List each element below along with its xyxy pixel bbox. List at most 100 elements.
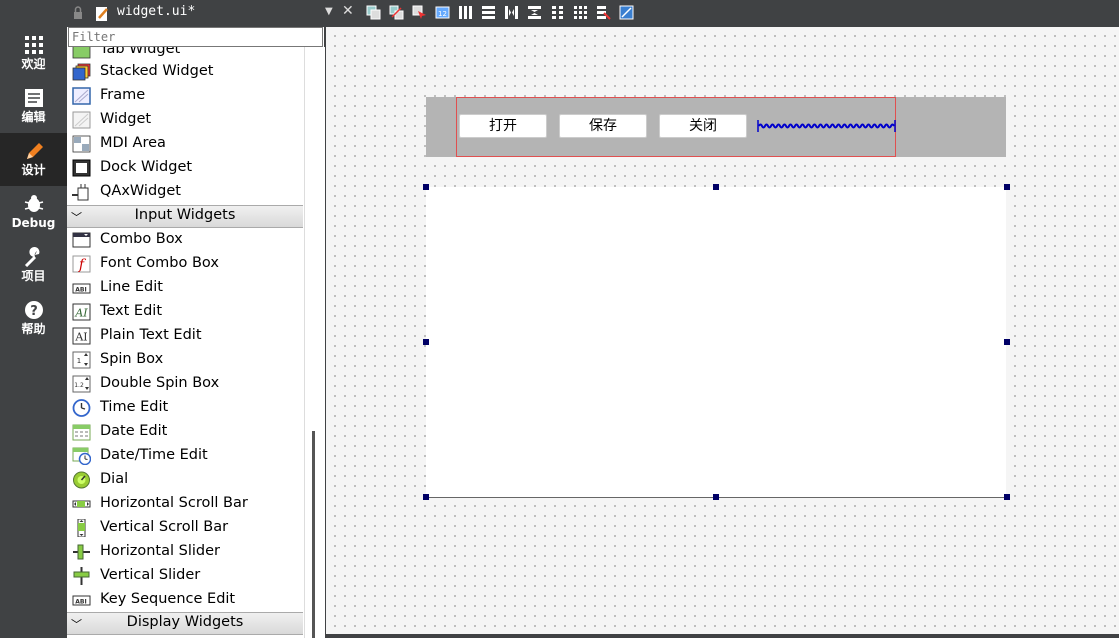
widget-item-double-spin-box[interactable]: 1.2 Double Spin Box bbox=[67, 372, 304, 396]
stacked-widget-icon bbox=[72, 63, 91, 81]
widget-item-dial[interactable]: Dial bbox=[67, 468, 304, 492]
svg-text:12: 12 bbox=[438, 10, 447, 18]
layout-vertical-icon[interactable] bbox=[481, 5, 496, 20]
widget-item-plain-text-edit[interactable]: AI Plain Text Edit bbox=[67, 324, 304, 348]
widget-item-vertical-scroll-bar[interactable]: Vertical Scroll Bar bbox=[67, 516, 304, 540]
bug-icon bbox=[24, 195, 43, 212]
filter-input[interactable] bbox=[68, 27, 323, 47]
resize-handle[interactable] bbox=[1004, 184, 1010, 190]
mode-help[interactable]: ? 帮助 bbox=[0, 292, 67, 345]
svg-text:AI: AI bbox=[74, 331, 87, 344]
mode-projects[interactable]: 项目 bbox=[0, 239, 67, 292]
combo-box-icon bbox=[72, 232, 91, 248]
category-display-widgets[interactable]: ﹀ Display Widgets bbox=[67, 612, 303, 635]
pencil-icon bbox=[26, 143, 43, 159]
double-spin-box-icon: 1.2 bbox=[72, 375, 91, 393]
category-input-widgets[interactable]: ﹀ Input Widgets bbox=[67, 205, 303, 228]
break-layout-icon[interactable] bbox=[596, 5, 611, 20]
resize-handle[interactable] bbox=[1004, 494, 1010, 500]
layout-horizontal-icon[interactable] bbox=[458, 5, 473, 20]
widget-item-line-edit[interactable]: ABI Line Edit bbox=[67, 276, 304, 300]
text-edit-widget[interactable] bbox=[426, 187, 1006, 498]
clock-icon bbox=[72, 399, 91, 417]
mode-welcome[interactable]: 欢迎 bbox=[0, 27, 67, 80]
mode-label: 设计 bbox=[21, 163, 46, 177]
mode-design[interactable]: 设计 bbox=[0, 133, 67, 186]
layout-grid-icon[interactable] bbox=[573, 5, 588, 20]
layout-vertical-splitter-icon[interactable] bbox=[527, 5, 542, 20]
form-canvas[interactable]: 打开 保存 关闭 bbox=[326, 27, 1119, 634]
key-sequence-edit-icon: ABI bbox=[72, 595, 91, 606]
adjust-size-icon[interactable] bbox=[619, 5, 634, 20]
layout-form-icon[interactable] bbox=[550, 5, 565, 20]
vertical-slider-icon bbox=[73, 567, 90, 585]
file-dropdown-icon[interactable]: ▼ bbox=[325, 6, 333, 17]
mode-debug[interactable]: Debug bbox=[0, 186, 67, 239]
svg-text:1: 1 bbox=[77, 357, 81, 365]
edit-signals-icon[interactable] bbox=[389, 5, 404, 20]
resize-handle[interactable] bbox=[1004, 339, 1010, 345]
resize-handle[interactable] bbox=[713, 184, 719, 190]
widget-box-scroll-thumb[interactable] bbox=[312, 431, 315, 638]
widget-item-frame[interactable]: Frame bbox=[67, 84, 304, 108]
widget-item-time-edit[interactable]: Time Edit bbox=[67, 396, 304, 420]
widget-item-date-time-edit[interactable]: Date/Time Edit bbox=[67, 444, 304, 468]
widget-item-font-combo-box[interactable]: f Font Combo Box bbox=[67, 252, 304, 276]
qaxwidget-icon bbox=[72, 184, 89, 201]
widget-item-qaxwidget[interactable]: QAxWidget bbox=[67, 180, 304, 204]
file-edit-icon bbox=[96, 7, 108, 21]
svg-text:AI: AI bbox=[74, 307, 88, 320]
close-icon[interactable]: ✕ bbox=[342, 3, 354, 19]
open-file-name[interactable]: widget.ui* bbox=[117, 4, 195, 19]
save-button[interactable]: 保存 bbox=[559, 114, 647, 138]
editor-toolbar: widget.ui* ▼ ✕ 12 bbox=[67, 0, 1119, 27]
svg-text:1.2: 1.2 bbox=[74, 382, 84, 389]
edit-widgets-icon[interactable] bbox=[366, 5, 381, 20]
edit-tab-order-icon[interactable]: 12 bbox=[435, 5, 450, 20]
widget-item-horizontal-scroll-bar[interactable]: Horizontal Scroll Bar bbox=[67, 492, 304, 516]
tab-widget-icon bbox=[72, 47, 91, 59]
widget-item-vertical-slider[interactable]: Vertical Slider bbox=[67, 564, 304, 588]
widget-item-widget[interactable]: Widget bbox=[67, 108, 304, 132]
widget-item-stacked-widget[interactable]: Stacked Widget bbox=[67, 60, 304, 84]
widget-list: Tab Widget Stacked Widget Frame Widget M… bbox=[67, 47, 304, 638]
dock-widget-icon bbox=[72, 159, 91, 177]
horizontal-spacer[interactable] bbox=[757, 119, 897, 133]
widget-item-text-edit[interactable]: AI Text Edit bbox=[67, 300, 304, 324]
help-icon: ? bbox=[24, 301, 43, 319]
plain-text-edit-icon: AI bbox=[72, 327, 91, 345]
close-button[interactable]: 关闭 bbox=[659, 114, 747, 138]
line-edit-icon: ABI bbox=[72, 283, 91, 294]
mode-label: 欢迎 bbox=[21, 57, 46, 71]
document-icon bbox=[24, 89, 43, 107]
layout-horizontal-splitter-icon[interactable] bbox=[504, 5, 519, 20]
resize-handle[interactable] bbox=[423, 184, 429, 190]
edit-buddies-icon[interactable] bbox=[412, 5, 427, 20]
horizontal-scroll-bar-icon bbox=[72, 500, 91, 508]
resize-handle[interactable] bbox=[713, 494, 719, 500]
widget-item-combo-box[interactable]: Combo Box bbox=[67, 228, 304, 252]
widget-item-mdi-area[interactable]: MDI Area bbox=[67, 132, 304, 156]
resize-handle[interactable] bbox=[423, 494, 429, 500]
wrench-icon bbox=[24, 247, 39, 267]
calendar-clock-icon bbox=[72, 447, 91, 465]
horizontal-slider-icon bbox=[73, 544, 90, 560]
text-edit-icon: AI bbox=[72, 303, 91, 321]
widget-item-horizontal-slider[interactable]: Horizontal Slider bbox=[67, 540, 304, 564]
mode-sidebar: 欢迎 编辑 设计 Debug 项目 ? 帮助 bbox=[0, 0, 67, 638]
widget-item-date-edit[interactable]: Date Edit bbox=[67, 420, 304, 444]
font-combo-box-icon: f bbox=[72, 255, 91, 273]
mode-edit[interactable]: 编辑 bbox=[0, 80, 67, 133]
mode-label: 项目 bbox=[21, 269, 46, 283]
widget-item-spin-box[interactable]: 1 Spin Box bbox=[67, 348, 304, 372]
widget-icon bbox=[72, 111, 91, 129]
calendar-icon bbox=[72, 424, 91, 441]
widget-item-dock-widget[interactable]: Dock Widget bbox=[67, 156, 304, 180]
svg-text:?: ? bbox=[30, 304, 38, 319]
resize-handle[interactable] bbox=[423, 339, 429, 345]
widget-item-key-sequence-edit[interactable]: ABI Key Sequence Edit bbox=[67, 588, 304, 612]
lock-icon bbox=[74, 6, 82, 19]
grid-icon bbox=[24, 36, 43, 54]
open-button[interactable]: 打开 bbox=[459, 114, 547, 138]
frame-icon bbox=[72, 87, 91, 105]
